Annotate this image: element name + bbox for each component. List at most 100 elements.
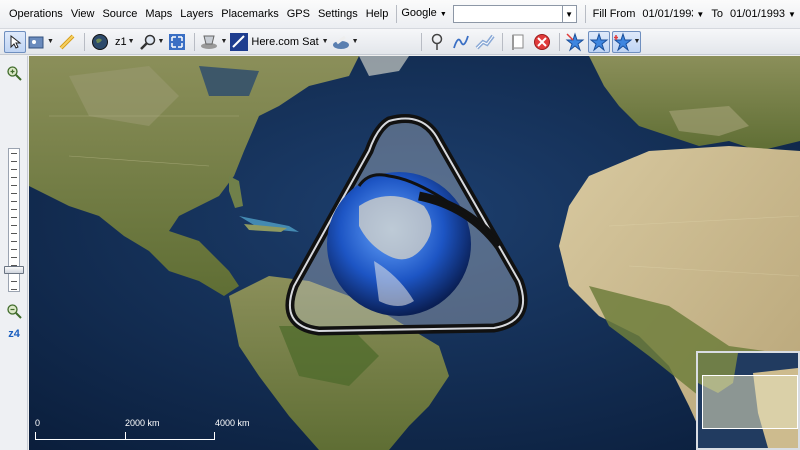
chevron-down-icon[interactable]: ▼	[322, 38, 329, 45]
select-arrow-icon	[10, 34, 22, 49]
zoom-icon	[139, 34, 155, 50]
select-arrow-button[interactable]	[4, 30, 26, 53]
toolbar-separator	[420, 32, 422, 51]
path-button[interactable]	[450, 31, 472, 53]
zoom-in-icon[interactable]	[5, 64, 23, 82]
toolbar-separator	[501, 32, 503, 51]
zoom-button[interactable]: ▼	[139, 31, 165, 53]
chevron-down-icon: ▼	[439, 11, 447, 18]
toolbar-separator	[558, 32, 560, 51]
fill-from-date-picker[interactable]: 01/01/1993 ▼	[638, 5, 708, 23]
scale-label-mid: 2000 km	[125, 418, 160, 428]
menu-layers[interactable]: Layers	[176, 0, 217, 29]
route-icon	[475, 34, 495, 49]
map-source-label: Here.com Sat	[251, 35, 319, 48]
search-provider-dropdown[interactable]: Google ▼	[401, 0, 450, 29]
zoom-slider-tick	[11, 209, 17, 210]
menu-separator	[584, 5, 586, 23]
gps-add-button[interactable]: ▼	[611, 30, 642, 53]
chevron-down-icon[interactable]: ▼	[128, 38, 135, 45]
satellite-icon	[332, 35, 349, 49]
zoom-slider-tick	[11, 257, 17, 258]
zoom-slider-tick	[11, 225, 17, 226]
fullscreen-button[interactable]	[166, 31, 188, 53]
chevron-down-icon[interactable]: ▼	[220, 38, 227, 45]
zoom-slider-tick	[11, 161, 17, 162]
to-date-value: 01/01/1993	[730, 8, 785, 20]
note-button[interactable]	[507, 31, 529, 53]
fill-from-date-value: 01/01/1993	[642, 8, 694, 20]
zoom-slider-tick	[11, 289, 17, 290]
satellite-map	[29, 56, 800, 450]
menu-maps[interactable]: Maps	[141, 0, 176, 29]
menu-settings[interactable]: Settings	[314, 0, 362, 29]
chevron-down-icon[interactable]: ▼	[561, 6, 576, 22]
zoom-out-icon[interactable]	[5, 302, 23, 320]
layers-button[interactable]: ▼	[199, 31, 227, 53]
chevron-down-icon[interactable]: ▼	[785, 6, 799, 22]
zoom-level-indicator: z4	[8, 328, 20, 340]
scale-line-mid-tick	[125, 432, 126, 440]
fullscreen-icon	[169, 33, 186, 50]
menu-operations[interactable]: Operations	[0, 0, 67, 29]
menu-source[interactable]: Source	[98, 0, 141, 29]
chevron-down-icon[interactable]: ▼	[47, 38, 54, 45]
gps-star-button[interactable]	[564, 31, 586, 53]
toolbar-separator	[194, 32, 196, 51]
stop-icon	[533, 33, 550, 50]
placemark-pin-icon	[431, 33, 442, 50]
path-icon	[452, 35, 469, 48]
screenshot-icon	[28, 36, 44, 48]
menu-separator	[396, 5, 398, 23]
globe-button[interactable]	[89, 31, 111, 53]
zoom-slider-tick	[11, 233, 17, 234]
chevron-down-icon[interactable]: ▼	[158, 38, 165, 45]
toolbar-separator	[83, 32, 85, 51]
globe-icon	[91, 33, 108, 50]
zoom-slider-tick	[11, 193, 17, 194]
zoom-slider-tick	[11, 249, 17, 250]
stop-button[interactable]	[531, 31, 553, 53]
chevron-down-icon[interactable]: ▼	[634, 38, 641, 45]
to-date-picker[interactable]: 01/01/1993 ▼	[726, 5, 800, 23]
menu-view[interactable]: View	[67, 0, 99, 29]
gps-active-button[interactable]	[587, 30, 610, 53]
here-logo-icon	[230, 32, 249, 51]
route-button[interactable]	[474, 31, 496, 53]
scale-label-start: 0	[35, 418, 41, 428]
overview-minimap[interactable]	[696, 351, 800, 450]
gps-active-icon	[589, 31, 608, 51]
zoom-slider-tick	[11, 201, 17, 202]
zoom-panel: z4	[0, 56, 28, 450]
zoom-slider-tick	[11, 153, 17, 154]
map-source-button[interactable]: Here.com Sat ▼	[229, 31, 329, 53]
zoom-slider-tick	[11, 169, 17, 170]
satellite-button[interactable]: ▼	[331, 31, 359, 53]
zoom-slider-thumb[interactable]	[4, 266, 24, 274]
gps-star-icon	[565, 31, 584, 51]
minimap-viewport-frame[interactable]	[702, 375, 798, 429]
scale-bar: 0 2000 km 4000 km	[35, 418, 250, 446]
screenshot-button[interactable]: ▼	[28, 31, 54, 53]
zoom-slider-tick	[11, 185, 17, 186]
scale-label-end: 4000 km	[215, 418, 250, 428]
menu-gps[interactable]: GPS	[283, 0, 314, 29]
ruler-button[interactable]	[56, 31, 78, 53]
to-label: To	[711, 8, 723, 20]
menu-help[interactable]: Help	[362, 0, 393, 29]
gps-add-icon	[613, 31, 632, 51]
zoom-slider-tick	[11, 177, 17, 178]
search-input[interactable]: ▼	[452, 5, 577, 23]
chevron-down-icon[interactable]: ▼	[693, 6, 707, 22]
layers-icon	[201, 35, 218, 49]
chevron-down-icon[interactable]: ▼	[352, 38, 359, 45]
note-icon	[511, 34, 523, 50]
fill-from-label: Fill From	[592, 8, 636, 20]
menu-placemarks[interactable]: Placemarks	[217, 0, 282, 29]
placemark-button[interactable]	[426, 31, 448, 53]
zoom-slider-tick	[11, 217, 17, 218]
zoom-slider-tick	[11, 281, 17, 282]
toolbar: ▼ z1 ▼ ▼ ▼ Here.com Sat ▼ ▼ ▼	[0, 29, 800, 55]
map-view[interactable]: 0 2000 km 4000 km	[29, 56, 800, 450]
ruler-icon	[59, 34, 75, 49]
